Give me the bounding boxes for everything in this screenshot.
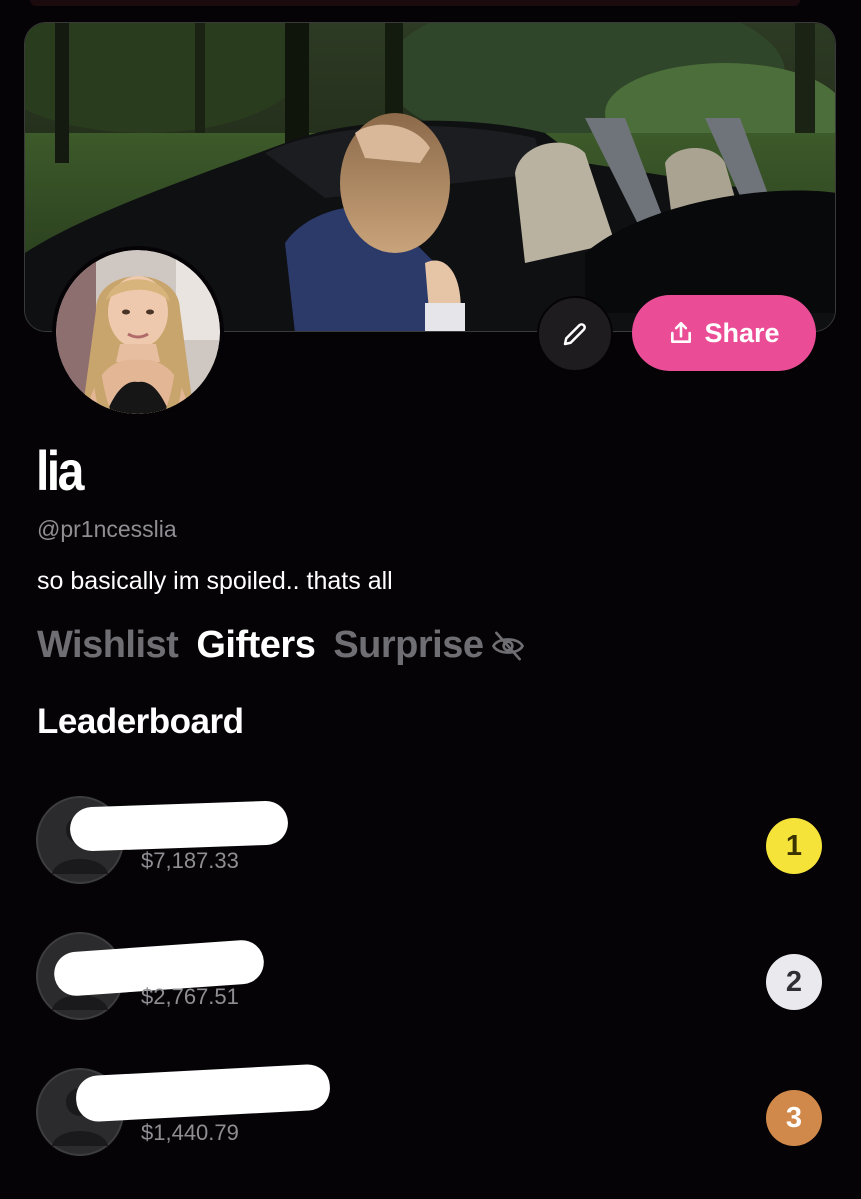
edit-profile-button[interactable] — [537, 296, 613, 372]
display-name: lia — [36, 439, 84, 502]
redacted-name — [69, 800, 289, 852]
gifted-amount: $7,187.33 — [141, 848, 239, 873]
profile-avatar[interactable] — [52, 246, 224, 418]
redacted-name — [74, 1063, 332, 1123]
share-label: Share — [704, 317, 780, 348]
leaderboard-row[interactable]: $7,187.33 1 — [36, 796, 826, 892]
status-sliver — [30, 0, 800, 6]
profile-tabs: Wishlist Gifters Surprise — [37, 624, 526, 667]
profile-photo — [56, 250, 220, 414]
eye-slash-icon — [491, 631, 524, 660]
gifted-amount: $1,440.79 — [141, 1120, 239, 1145]
tab-surprise[interactable]: Surprise — [333, 624, 525, 667]
share-button[interactable]: Share — [632, 295, 816, 371]
leaderboard-title: Leaderboard — [37, 702, 244, 741]
rank-badge: 2 — [766, 954, 822, 1010]
gifted-amount: $2,767.51 — [141, 984, 239, 1009]
leaderboard-row[interactable]: $2,767.51 2 — [36, 932, 826, 1028]
tab-wishlist[interactable]: Wishlist — [37, 624, 179, 667]
leaderboard-row[interactable]: $1,440.79 3 — [36, 1063, 826, 1164]
share-icon — [671, 321, 692, 343]
tab-surprise-label: Surprise — [333, 624, 484, 666]
rank-badge: 3 — [766, 1090, 822, 1146]
profile-bio: so basically im spoiled.. thats all — [37, 567, 393, 595]
username-handle: @pr1ncesslia — [37, 516, 177, 542]
tab-gifters[interactable]: Gifters — [196, 624, 315, 667]
rank-badge: 1 — [766, 818, 822, 874]
pencil-icon — [563, 323, 586, 346]
